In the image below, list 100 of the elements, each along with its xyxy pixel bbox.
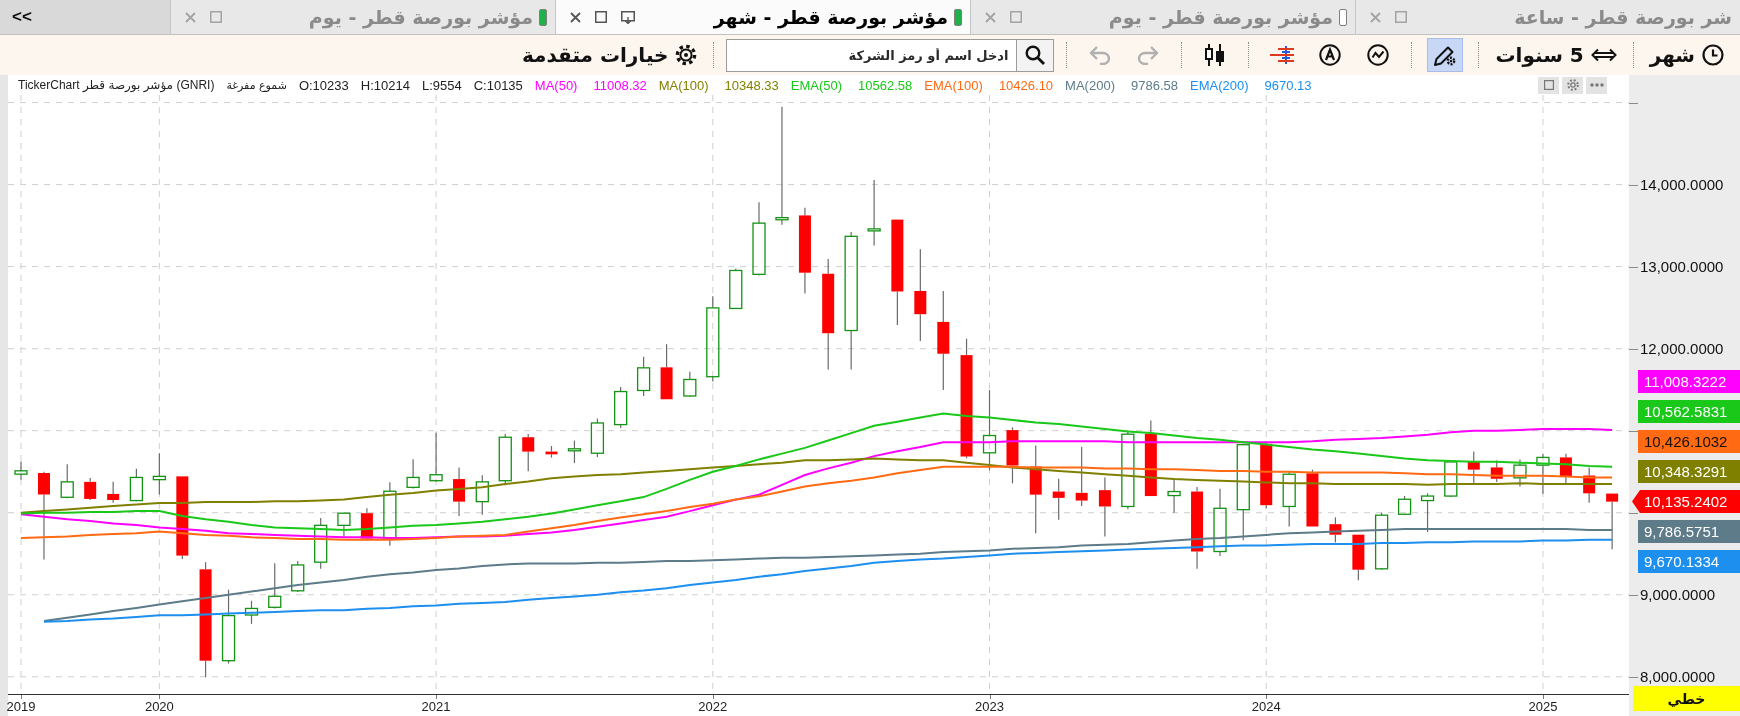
axis-label: 2020 [144,699,174,714]
indicator-name: MA(200) [1065,77,1115,93]
axis-label: 2019 [6,699,36,714]
chart-title: TickerChart مؤشر بورصة قطر (GNRI) [18,78,215,92]
chart-tab[interactable]: مؤشر بورصة قطر - شهر [555,0,970,34]
candlestick [1374,512,1389,571]
candlestick [152,452,166,496]
ohlc-value: L:9554 [421,77,462,93]
candlestick [545,445,558,459]
search-icon [1025,45,1046,65]
candlestick [1352,534,1365,581]
undo-icon [1089,45,1112,65]
axis-value-tag: 11,008.3222 [1638,370,1740,393]
axis-value-tag: 10,135.2402 [1632,490,1740,513]
search-button[interactable] [1016,38,1055,72]
indicator-name: EMA(50) [790,77,843,93]
indicator-value: 10562.58 [858,77,913,93]
more-button[interactable] [1586,76,1607,94]
candlestick [337,512,351,538]
double-arrow-icon [1590,48,1617,62]
axis-label: 2023 [975,699,1004,714]
candlestick [1306,469,1319,528]
candlestick [1490,460,1503,483]
candlestick [1583,466,1596,504]
indicator-name: EMA(200) [1189,77,1249,93]
candlestick [360,507,373,541]
candlestick [867,179,881,247]
axis-label: 12,000.0000 [1640,340,1724,357]
candlestick [129,468,144,502]
axis-value-tag: 10,426.1032 [1638,430,1740,453]
indicator-name: MA(100) [658,77,709,93]
indicator-value: 11008.32 [593,77,647,93]
indicator-value: 9670.13 [1264,77,1312,93]
axis-label: 2021 [421,699,451,714]
axis-value-tag: 9,786.5751 [1638,520,1740,543]
candlestick [60,463,74,499]
axis-value-tag: 9,670.1334 [1638,550,1740,573]
indicator-value: 10426.10 [998,77,1054,93]
clock-icon [1702,44,1724,66]
axis-label: 9,000.0000 [1640,586,1716,603]
square-icon [1543,80,1554,90]
maximize-chart-button[interactable] [1538,76,1559,94]
candlestick [1052,478,1065,521]
axis-label: 2025 [1528,699,1558,714]
candlestick [1006,426,1019,484]
candlestick [1098,476,1111,538]
settings-icon [1566,79,1579,91]
candlestick [84,477,97,501]
detach-window-icon[interactable] [621,10,635,24]
drawing-tool-button[interactable] [1427,38,1464,72]
candlestick [636,356,651,397]
candlestick [1167,479,1181,514]
candlestick [314,517,328,570]
candlestick [567,439,582,464]
circled-letter-a-icon [1319,44,1342,66]
axis-label: 2022 [698,699,728,714]
range-button[interactable]: 5 سنوات [1491,39,1621,71]
indicator-lines-icon [1269,45,1296,65]
candlestick [1536,453,1550,495]
close-icon[interactable] [570,11,581,23]
candlestick [406,458,420,490]
candlestick [729,268,743,310]
candlestick [429,432,443,483]
candlestick [1559,453,1572,484]
candlestick [590,417,605,458]
chart-style-label: شموع مفرغة [226,78,287,92]
candlestick [107,481,120,504]
candlestick-icon [1204,43,1227,67]
ohlc-value: C:10135 [473,77,523,93]
candlestick [475,474,489,516]
scroll-tabs-button[interactable]: << [4,5,40,29]
candlestick [1075,446,1088,507]
chart-settings-button[interactable] [1562,76,1583,94]
ohlc-value: O:10233 [298,77,349,93]
candlestick [683,371,697,398]
candlestick [614,386,628,429]
candlestick [1397,495,1412,516]
candlestick [660,343,673,400]
maximize-icon[interactable] [595,11,607,23]
period-button[interactable]: شهر [1645,39,1728,71]
advanced-options-button[interactable]: خيارات متقدمة [517,39,702,71]
axis-label: 13,000.0000 [1640,258,1724,275]
candlestick [268,562,282,610]
scale-mode-button[interactable]: خطي [1633,686,1740,711]
candlestick [1444,460,1458,498]
candlestick [1420,492,1435,533]
axis-label: 14,000.0000 [1640,176,1724,193]
gear-icon [675,44,698,66]
wave-circle-icon [1367,44,1390,66]
indicator-name: MA(50) [534,77,578,93]
candlestick [14,460,28,481]
ohlc-value: H:10214 [360,77,410,93]
axis-value-tag: 10,562.5831 [1638,400,1740,423]
dots-icon [1589,83,1604,87]
candlestick [522,433,535,472]
candlestick [453,466,466,517]
redo-icon [1137,45,1160,65]
candlestick [244,600,259,625]
candlestick [291,560,305,593]
candlestick [1329,516,1342,543]
